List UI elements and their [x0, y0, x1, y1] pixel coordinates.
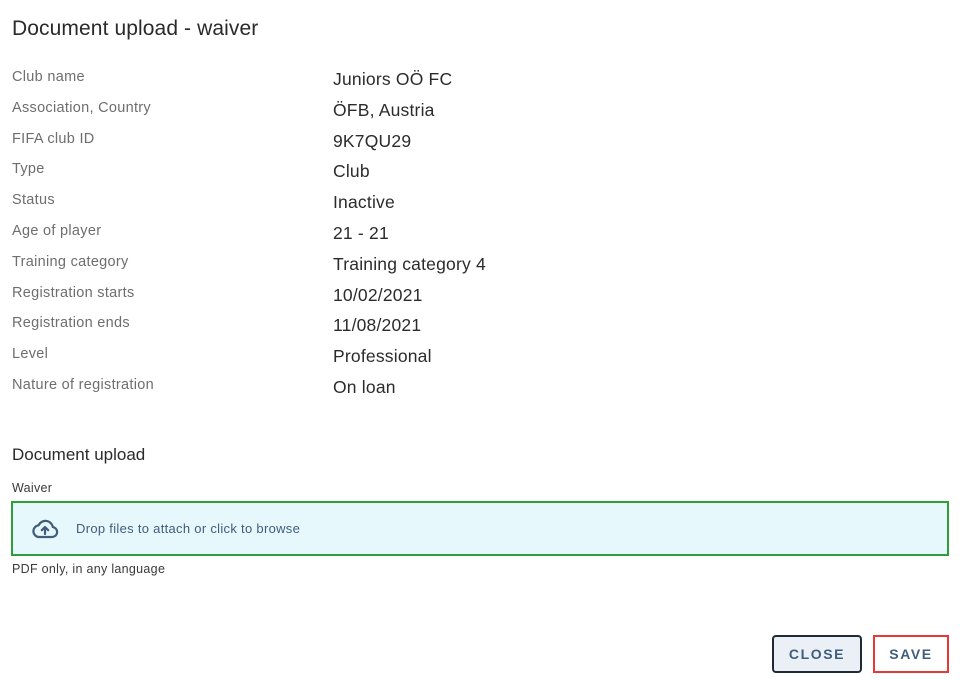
info-label: FIFA club ID [12, 130, 95, 147]
info-row-age-of-player: Age of player 21 - 21 [12, 220, 952, 251]
info-label: Association, Country [12, 99, 151, 116]
info-value: Club [333, 161, 370, 182]
info-row-status: Status Inactive [12, 189, 952, 220]
info-value: Professional [333, 346, 432, 367]
info-label: Registration starts [12, 284, 135, 301]
info-value: Inactive [333, 192, 395, 213]
info-label: Status [12, 192, 55, 209]
info-label: Nature of registration [12, 376, 154, 393]
save-button[interactable]: SAVE [873, 635, 949, 673]
info-value: 11/08/2021 [333, 315, 422, 336]
info-row-fifa-club-id: FIFA club ID 9K7QU29 [12, 128, 952, 159]
document-upload-heading: Document upload [12, 445, 146, 464]
club-info-table: Club name Juniors OÖ FC Association, Cou… [12, 66, 952, 405]
waiver-field-label: Waiver [12, 481, 53, 495]
info-value: Juniors OÖ FC [333, 69, 453, 89]
info-row-registration-ends: Registration ends 11/08/2021 [12, 312, 952, 343]
file-type-hint: PDF only, in any language [12, 562, 166, 576]
info-row-training-category: Training category Training category 4 [12, 251, 952, 282]
info-value: 10/02/2021 [333, 284, 423, 305]
dialog-title: Document upload - waiver [12, 17, 259, 40]
info-label: Registration ends [12, 315, 130, 332]
info-value: 21 - 21 [333, 222, 389, 243]
waiver-dropzone[interactable]: Drop files to attach or click to browse [11, 501, 949, 556]
info-value: On loan [333, 376, 396, 397]
info-label: Level [12, 346, 49, 363]
info-label: Age of player [12, 222, 102, 239]
info-label: Club name [12, 69, 85, 85]
info-value: 9K7QU29 [333, 130, 412, 151]
info-label: Type [12, 161, 45, 178]
info-row-association-country: Association, Country ÖFB, Austria [12, 97, 952, 128]
info-value: Training category 4 [333, 253, 486, 274]
info-value: ÖFB, Austria [333, 99, 435, 120]
dropzone-text: Drop files to attach or click to browse [76, 521, 301, 536]
info-row-nature-of-registration: Nature of registration On loan [12, 374, 952, 405]
info-row-type: Type Club [12, 158, 952, 189]
info-label: Training category [12, 253, 129, 270]
close-button[interactable]: CLOSE [772, 635, 862, 673]
info-row-registration-starts: Registration starts 10/02/2021 [12, 282, 952, 313]
info-row-level: Level Professional [12, 343, 952, 374]
cloud-upload-icon [31, 518, 59, 540]
info-row-club-name: Club name Juniors OÖ FC [12, 66, 952, 97]
